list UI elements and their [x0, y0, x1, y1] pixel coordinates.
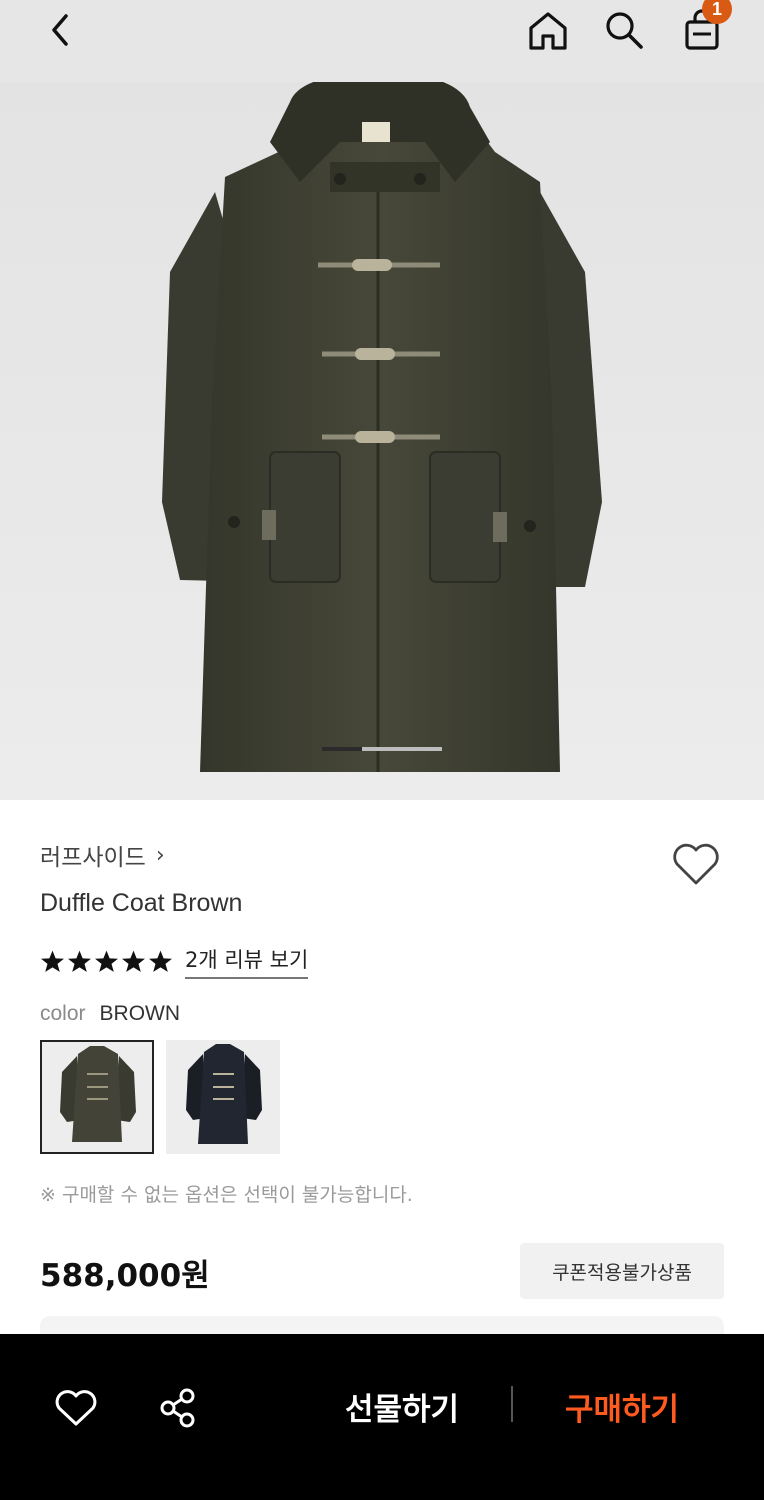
chevron-right-icon: ›: [155, 842, 165, 868]
color-value: BROWN: [99, 1002, 181, 1025]
pager-track: [362, 747, 442, 751]
wishlist-bar-button[interactable]: [48, 1380, 104, 1436]
home-icon: [529, 12, 567, 50]
cart-button[interactable]: 1: [674, 0, 732, 60]
search-icon: [606, 12, 643, 49]
star-icon: [122, 950, 145, 972]
search-button[interactable]: [598, 0, 650, 60]
rating-stars: [40, 949, 173, 974]
swatch-brown[interactable]: [40, 1040, 154, 1154]
product-name: Duffle Coat Brown: [40, 889, 243, 917]
option-notice: ※ 구매할 수 없는 옵션은 선택이 불가능합니다.: [40, 1184, 413, 1206]
color-row: color BROWN: [40, 1002, 180, 1026]
review-link[interactable]: 2개 리뷰 보기: [185, 944, 309, 979]
gift-button[interactable]: 선물하기: [330, 1376, 474, 1436]
coat-thumbnail-brown: [60, 1046, 136, 1142]
product-image-carousel[interactable]: [0, 82, 764, 800]
heart-outline-icon: [55, 1390, 97, 1426]
image-pager: [322, 747, 442, 751]
buy-button[interactable]: 구매하기: [550, 1376, 694, 1436]
home-button[interactable]: [522, 0, 574, 60]
color-swatches: [40, 1040, 280, 1154]
top-nav-bar: 1: [0, 0, 764, 82]
share-button[interactable]: [150, 1380, 206, 1436]
share-icon: [160, 1388, 195, 1428]
rating-row: 2개 리뷰 보기: [40, 944, 309, 979]
star-icon: [68, 950, 91, 972]
star-icon: [149, 950, 172, 972]
back-icon: [52, 14, 68, 46]
brand-name: 러프사이드: [40, 845, 146, 871]
button-divider: [511, 1386, 513, 1422]
wishlist-button[interactable]: [670, 838, 722, 890]
cart-count-badge: 1: [702, 0, 732, 24]
coat-image: [162, 82, 602, 772]
coat-thumbnail-navy: [186, 1044, 262, 1144]
swatch-navy[interactable]: [166, 1040, 280, 1154]
brand-link[interactable]: 러프사이드 ›: [40, 838, 165, 872]
coupon-badge: 쿠폰적용불가상품: [520, 1243, 724, 1299]
bottom-action-bar: 선물하기 구매하기: [0, 1334, 764, 1500]
back-button[interactable]: [36, 0, 84, 60]
star-icon: [41, 950, 64, 972]
pager-active-segment: [322, 747, 362, 751]
heart-outline-icon: [673, 843, 719, 885]
star-icon: [95, 950, 118, 972]
color-label: color: [40, 1002, 86, 1025]
product-price: 588,000원: [40, 1258, 210, 1294]
